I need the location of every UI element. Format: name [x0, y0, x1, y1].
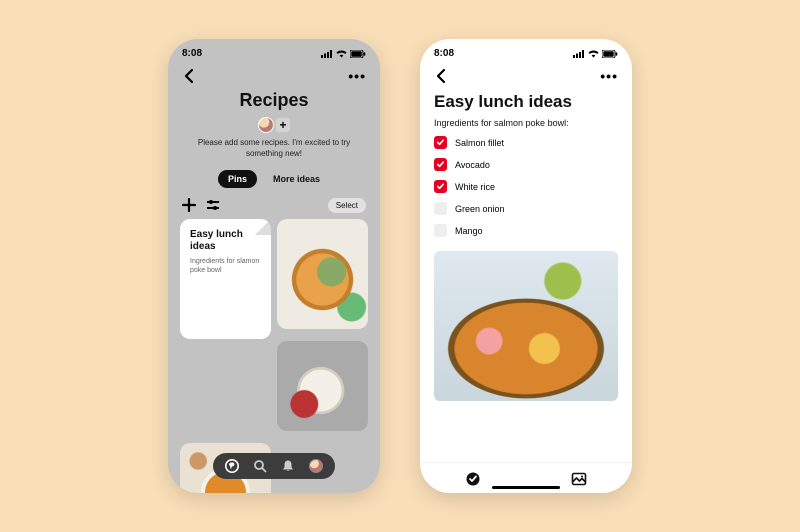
collaborators: +: [168, 117, 380, 133]
note-card-subtitle: Ingredients for slamon poke bowl: [190, 257, 261, 275]
wifi-icon: [588, 50, 599, 58]
phone-board-view: 8:08 ••• Recipes + Please add some recip…: [168, 39, 380, 493]
battery-icon: [602, 50, 618, 58]
board-tabs: Pins More ideas: [168, 170, 380, 188]
tab-more-ideas[interactable]: More ideas: [263, 170, 330, 188]
organize-icon[interactable]: [206, 198, 220, 212]
ingredient-label: Avocado: [455, 160, 490, 170]
pinterest-icon[interactable]: [225, 459, 239, 473]
board-title: Recipes: [168, 90, 380, 111]
status-time: 8:08: [182, 48, 202, 59]
checkbox[interactable]: [434, 202, 447, 215]
bottom-nav: [213, 453, 335, 479]
note-fold-icon: [255, 219, 271, 235]
phone-note-detail: 8:08 ••• Easy lunch ideas Ingredients fo…: [420, 39, 632, 493]
ingredient-label: Green onion: [455, 204, 505, 214]
avatar[interactable]: [258, 117, 274, 133]
image-tab-icon[interactable]: [571, 471, 587, 487]
pin-image[interactable]: [277, 219, 368, 329]
list-item: White rice: [434, 180, 618, 193]
cellular-icon: [573, 50, 585, 58]
list-item: Avocado: [434, 158, 618, 171]
cellular-icon: [321, 50, 333, 58]
checkbox[interactable]: [434, 158, 447, 171]
ingredient-label: Mango: [455, 226, 483, 236]
status-bar: 8:08: [420, 39, 632, 62]
checkbox[interactable]: [434, 224, 447, 237]
note-card[interactable]: Easy lunch ideas Ingredients for slamon …: [180, 219, 271, 339]
add-pin-icon[interactable]: [182, 198, 196, 212]
ingredient-label: Salmon fillet: [455, 138, 504, 148]
board-toolbar: Select: [168, 188, 380, 219]
more-icon[interactable]: •••: [600, 68, 618, 84]
notifications-icon[interactable]: [281, 459, 295, 473]
checkbox[interactable]: [434, 136, 447, 149]
pin-grid: Easy lunch ideas Ingredients for slamon …: [168, 219, 380, 493]
list-item: Mango: [434, 224, 618, 237]
add-collaborator-button[interactable]: +: [276, 118, 290, 132]
note-title: Easy lunch ideas: [420, 86, 632, 114]
list-item: Green onion: [434, 202, 618, 215]
note-image[interactable]: [434, 251, 618, 401]
note-card-title: Easy lunch ideas: [190, 229, 261, 253]
back-icon[interactable]: [434, 68, 450, 84]
ingredient-list: Salmon fillet Avocado White rice Green o…: [420, 136, 632, 237]
home-indicator: [492, 486, 560, 489]
status-bar: 8:08: [168, 39, 380, 62]
checkbox[interactable]: [434, 180, 447, 193]
list-item: Salmon fillet: [434, 136, 618, 149]
status-icons: [321, 50, 366, 58]
tab-pins[interactable]: Pins: [218, 170, 257, 188]
wifi-icon: [336, 50, 347, 58]
status-time: 8:08: [434, 48, 454, 59]
note-subtitle: Ingredients for salmon poke bowl:: [420, 114, 632, 136]
select-button[interactable]: Select: [328, 198, 366, 213]
status-icons: [573, 50, 618, 58]
battery-icon: [350, 50, 366, 58]
nav-bar: •••: [168, 62, 380, 86]
board-description: Please add some recipes. I'm excited to …: [168, 133, 380, 160]
checklist-tab-icon[interactable]: [465, 471, 481, 487]
nav-bar: •••: [420, 62, 632, 86]
pin-image[interactable]: [277, 341, 368, 431]
search-icon[interactable]: [253, 459, 267, 473]
profile-avatar[interactable]: [309, 459, 323, 473]
ingredient-label: White rice: [455, 182, 495, 192]
more-icon[interactable]: •••: [348, 68, 366, 84]
back-icon[interactable]: [182, 68, 198, 84]
